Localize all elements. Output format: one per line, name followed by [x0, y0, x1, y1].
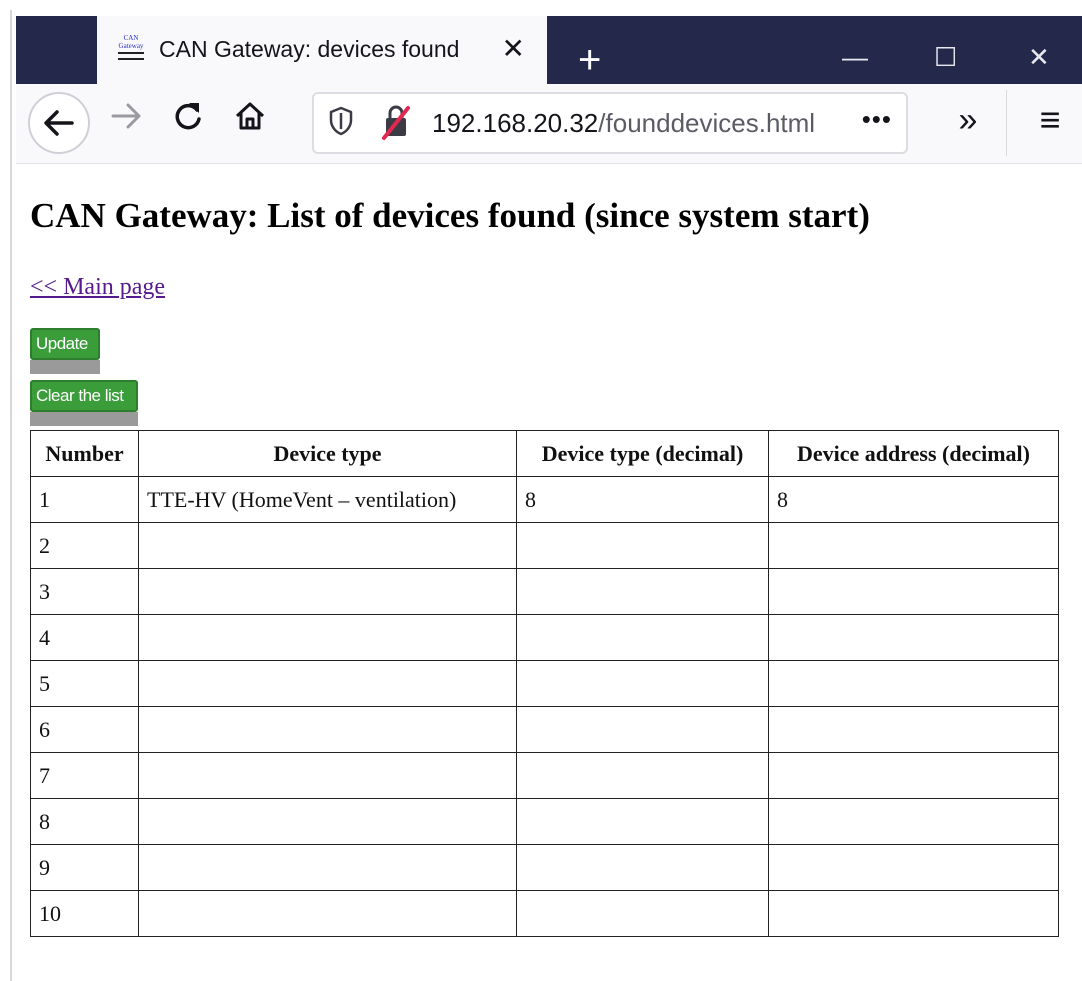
cell-device-type — [138, 568, 517, 615]
cell-device-type — [138, 844, 517, 891]
cell-number: 3 — [30, 568, 139, 615]
devices-table: Number Device type Device type (decimal)… — [30, 430, 1059, 937]
cell-device-type — [138, 660, 517, 707]
tab-close-icon[interactable]: ✕ — [502, 30, 525, 68]
table-row: 7 — [30, 752, 1059, 799]
url-bar[interactable]: 192.168.20.32/founddevices.html ••• — [312, 92, 908, 154]
cell-number: 5 — [30, 660, 139, 707]
can-gateway-favicon-icon: CAN Gateway — [115, 34, 147, 66]
close-window-button[interactable]: ✕ — [1028, 42, 1050, 72]
reload-icon[interactable] — [166, 98, 210, 146]
cell-device-address — [768, 568, 1059, 615]
cell-device-type-decimal — [516, 614, 769, 661]
table-row: 1 TTE-HV (HomeVent – ventilation) 8 8 — [30, 476, 1059, 523]
table-header-row: Number Device type Device type (decimal)… — [30, 430, 1059, 477]
tab-active[interactable]: CAN Gateway CAN Gateway: devices found ✕ — [97, 16, 547, 84]
cell-device-address — [768, 614, 1059, 661]
cell-device-address — [768, 522, 1059, 569]
cell-number: 8 — [30, 798, 139, 845]
cell-device-type — [138, 706, 517, 753]
header-device-type-decimal: Device type (decimal) — [516, 430, 769, 477]
update-button-wrapper: Update — [30, 328, 100, 374]
cell-device-type-decimal — [516, 706, 769, 753]
reload-svg — [175, 103, 201, 130]
forward-arrow-svg — [111, 103, 141, 129]
update-button[interactable]: Update — [30, 328, 100, 360]
page-actions-more-icon[interactable]: ••• — [862, 104, 892, 135]
url-text[interactable]: 192.168.20.32/founddevices.html — [432, 108, 815, 139]
back-arrow-icon[interactable] — [28, 92, 90, 154]
home-svg — [235, 102, 265, 130]
clear-button-wrapper: Clear the list — [30, 380, 138, 426]
overflow-chevron-icon[interactable]: » — [948, 98, 988, 142]
clear-button-shadow — [30, 412, 138, 426]
tab-title: CAN Gateway: devices found — [159, 36, 460, 62]
cell-device-type: TTE-HV (HomeVent – ventilation) — [138, 476, 517, 523]
cell-device-address — [768, 844, 1059, 891]
table-row: 5 — [30, 660, 1059, 707]
insecure-lock-svg — [382, 105, 410, 140]
cell-device-address — [768, 798, 1059, 845]
hamburger-menu-icon[interactable]: ≡ — [1030, 98, 1070, 142]
url-host: 192.168.20.32 — [432, 108, 599, 138]
header-number: Number — [30, 430, 139, 477]
shield-icon[interactable] — [328, 106, 354, 143]
toolbar-divider — [1006, 90, 1007, 156]
navigation-bar: 192.168.20.32/founddevices.html ••• » ≡ — [16, 84, 1082, 164]
shield-svg — [329, 106, 353, 136]
header-device-type: Device type — [138, 430, 517, 477]
insecure-lock-icon[interactable] — [380, 102, 412, 142]
cell-device-type — [138, 890, 517, 937]
cell-device-type-decimal — [516, 568, 769, 615]
cell-device-address — [768, 660, 1059, 707]
update-button-shadow — [30, 360, 100, 374]
table-row: 4 — [30, 614, 1059, 661]
cell-device-type — [138, 752, 517, 799]
forward-arrow-icon[interactable] — [104, 98, 148, 146]
cell-device-type-decimal — [516, 660, 769, 707]
cell-device-type-decimal — [516, 844, 769, 891]
table-row: 2 — [30, 522, 1059, 569]
table-row: 10 — [30, 890, 1059, 937]
table-row: 9 — [30, 844, 1059, 891]
cell-device-address: 8 — [768, 476, 1059, 523]
favicon-label: CAN Gateway — [118, 34, 144, 50]
cell-number: 1 — [30, 476, 139, 523]
cell-number: 9 — [30, 844, 139, 891]
cell-device-type — [138, 798, 517, 845]
cell-number: 4 — [30, 614, 139, 661]
cell-device-type — [138, 614, 517, 661]
clear-list-button[interactable]: Clear the list — [30, 380, 138, 412]
cell-device-type-decimal — [516, 522, 769, 569]
cell-device-type — [138, 522, 517, 569]
cell-device-address — [768, 752, 1059, 799]
back-arrow-svg — [44, 110, 74, 136]
home-icon[interactable] — [228, 98, 272, 146]
cell-number: 10 — [30, 890, 139, 937]
cell-device-type-decimal — [516, 798, 769, 845]
cell-number: 6 — [30, 706, 139, 753]
cell-number: 2 — [30, 522, 139, 569]
page-title: CAN Gateway: List of devices found (sinc… — [30, 196, 870, 235]
cell-device-type-decimal — [516, 890, 769, 937]
minimize-button[interactable]: — — [842, 42, 868, 72]
cell-device-type-decimal: 8 — [516, 476, 769, 523]
cell-device-address — [768, 706, 1059, 753]
table-row: 6 — [30, 706, 1059, 753]
cell-device-address — [768, 890, 1059, 937]
table-row: 3 — [30, 568, 1059, 615]
new-tab-button[interactable]: + — [578, 38, 601, 82]
cell-number: 7 — [30, 752, 139, 799]
table-body: 1 TTE-HV (HomeVent – ventilation) 8 8 2 3 4… — [30, 476, 1059, 937]
maximize-button[interactable]: ☐ — [934, 42, 957, 72]
table-row: 8 — [30, 798, 1059, 845]
cell-device-type-decimal — [516, 752, 769, 799]
header-device-address-decimal: Device address (decimal) — [768, 430, 1059, 477]
main-page-link[interactable]: << Main page — [30, 274, 165, 301]
url-path: /founddevices.html — [598, 108, 816, 138]
